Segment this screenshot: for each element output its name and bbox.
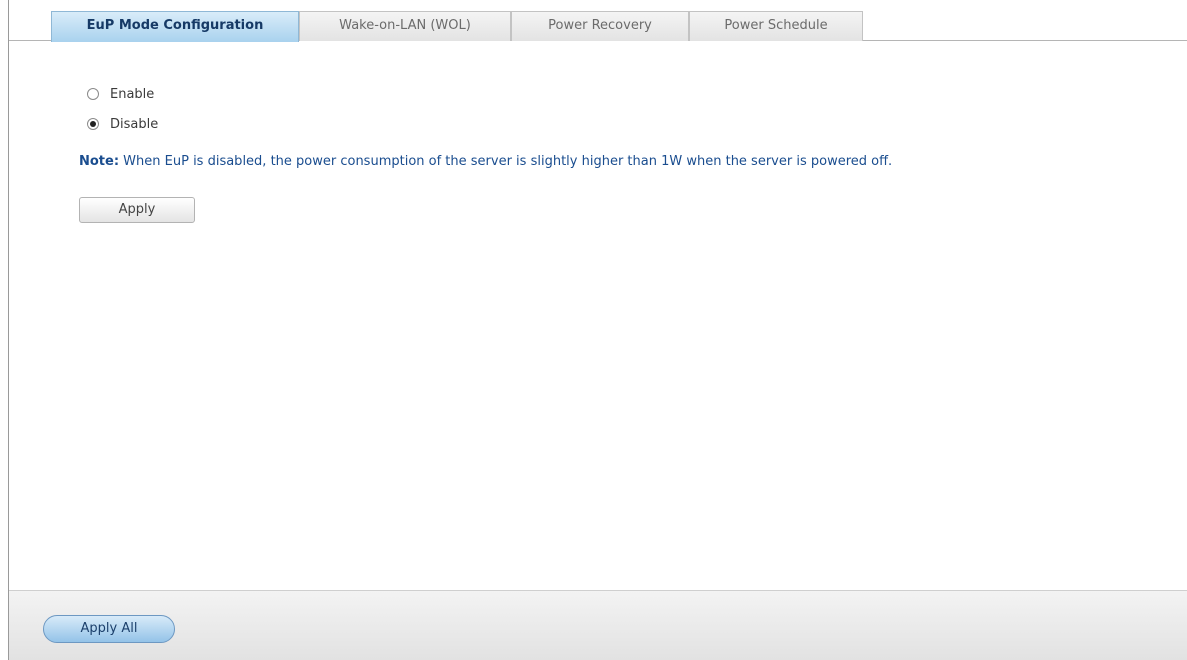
tab-strip: EuP Mode Configuration Wake-on-LAN (WOL)… xyxy=(9,0,1187,42)
note-text: When EuP is disabled, the power consumpt… xyxy=(119,154,893,169)
disable-label: Disable xyxy=(110,116,159,132)
power-settings-window: EuP Mode Configuration Wake-on-LAN (WOL)… xyxy=(8,0,1187,660)
enable-option[interactable]: Enable xyxy=(87,84,154,104)
tab-wake-on-lan[interactable]: Wake-on-LAN (WOL) xyxy=(299,11,511,41)
eup-mode-panel: Enable Disable Note: When EuP is disable… xyxy=(9,41,1187,590)
disable-radio[interactable] xyxy=(87,118,99,130)
footer-bar: Apply All xyxy=(9,590,1187,660)
tab-power-schedule[interactable]: Power Schedule xyxy=(689,11,863,41)
apply-button[interactable]: Apply xyxy=(79,197,195,223)
eup-note: Note: When EuP is disabled, the power co… xyxy=(79,154,892,169)
tab-power-recovery[interactable]: Power Recovery xyxy=(511,11,689,41)
enable-label: Enable xyxy=(110,86,155,102)
note-prefix: Note: xyxy=(79,154,120,169)
tab-eup-mode-configuration[interactable]: EuP Mode Configuration xyxy=(51,11,299,42)
enable-radio[interactable] xyxy=(87,88,99,100)
disable-option[interactable]: Disable xyxy=(87,114,158,134)
apply-all-button[interactable]: Apply All xyxy=(43,615,175,643)
